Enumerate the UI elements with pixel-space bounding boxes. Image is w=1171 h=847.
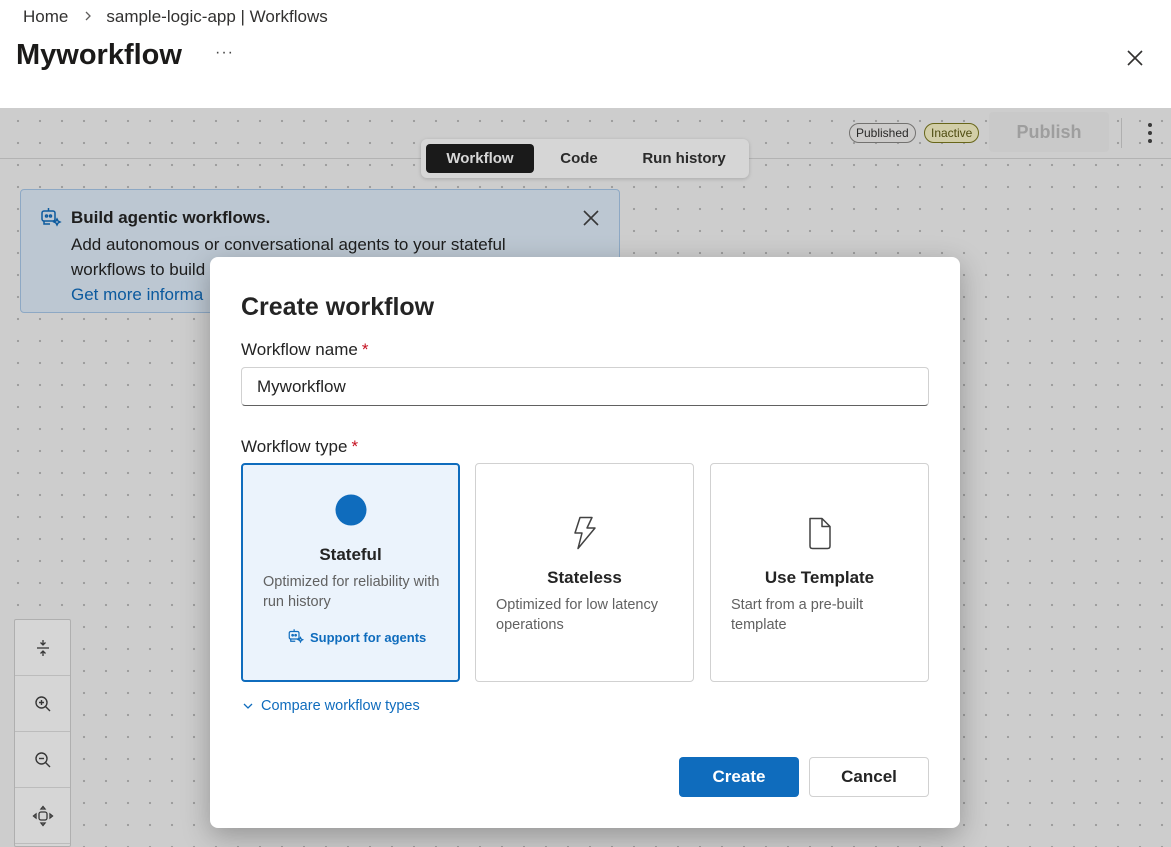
- agent-support-label: Support for agents: [310, 630, 427, 645]
- more-icon[interactable]: ···: [215, 44, 234, 62]
- page-header: Home sample-logic-app | Workflows Mywork…: [0, 0, 1171, 108]
- breadcrumb: Home sample-logic-app | Workflows: [23, 7, 328, 27]
- card-stateful[interactable]: Stateful Optimized for reliability with …: [241, 463, 460, 682]
- workflow-type-label-text: Workflow type: [241, 437, 348, 456]
- card-title: Stateful: [319, 545, 382, 564]
- card-title: Use Template: [764, 568, 875, 587]
- card-use-template[interactable]: Use Template Start from a pre-built temp…: [710, 463, 929, 682]
- close-icon[interactable]: [1124, 47, 1146, 69]
- chevron-right-icon: [84, 10, 92, 24]
- workflow-name-label: Workflow name *: [241, 340, 368, 360]
- create-workflow-dialog: Create workflow Workflow name* Workflow …: [210, 257, 960, 828]
- card-description: Optimized for reliability with run histo…: [263, 574, 440, 610]
- card-description: Optimized for low latency operations: [496, 597, 658, 633]
- create-button[interactable]: Create: [679, 757, 799, 797]
- circle-icon: [335, 494, 367, 531]
- compare-workflow-types-link[interactable]: Compare workflow types: [243, 698, 420, 714]
- card-description: Start from a pre-built template: [731, 597, 864, 633]
- workflow-type-label: Workflow type *: [241, 437, 358, 457]
- chevron-down-icon: [243, 698, 261, 714]
- cancel-button[interactable]: Cancel: [809, 757, 929, 797]
- breadcrumb-current[interactable]: sample-logic-app | Workflows: [106, 7, 327, 27]
- breadcrumb-home[interactable]: Home: [23, 7, 68, 27]
- document-icon: [807, 517, 833, 555]
- lightning-icon: [571, 516, 599, 555]
- card-title: Stateless: [547, 568, 622, 587]
- required-mark: *: [361, 340, 369, 359]
- page-title: Myworkflow: [16, 39, 182, 71]
- dialog-title: Create workflow: [241, 293, 435, 321]
- workflow-name-input[interactable]: [241, 367, 929, 406]
- compare-link-label: Compare workflow types: [261, 698, 420, 714]
- card-stateless[interactable]: Stateless Optimized for low latency oper…: [475, 463, 694, 682]
- required-mark: *: [351, 437, 359, 456]
- workflow-name-label-text: Workflow name: [241, 340, 358, 359]
- agent-support: Support for agents: [287, 627, 426, 648]
- agent-icon: [287, 627, 310, 648]
